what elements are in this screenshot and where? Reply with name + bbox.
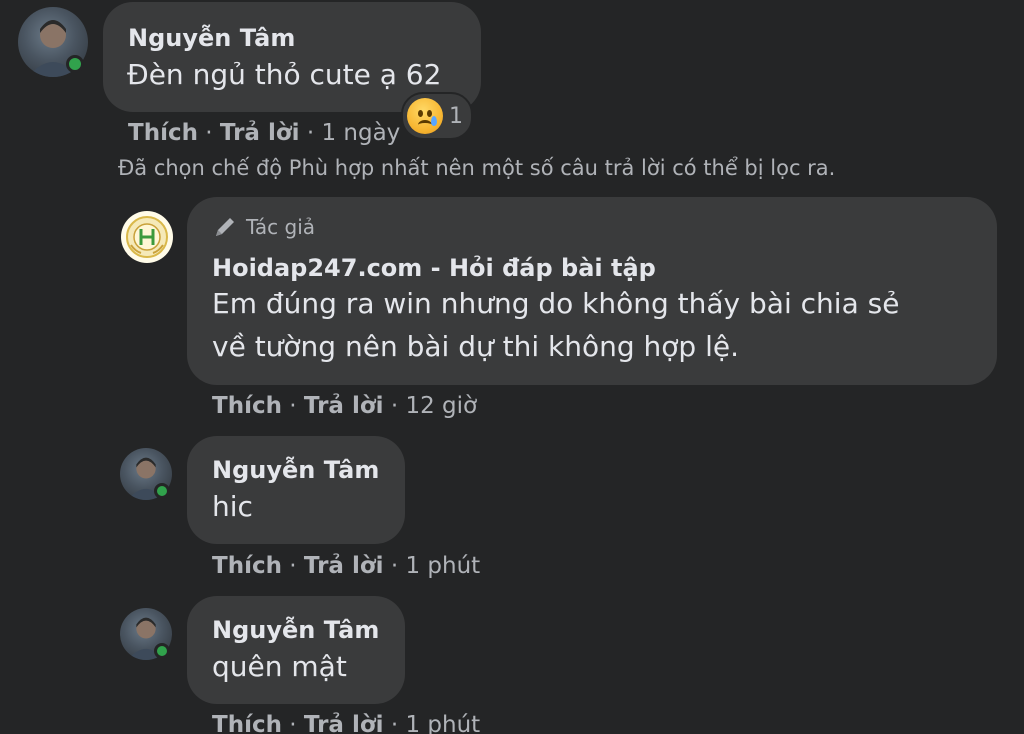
author-badge-label: Tác giả	[246, 215, 316, 239]
reply-button[interactable]: Trả lời	[304, 553, 384, 579]
like-button[interactable]: Thích	[212, 553, 282, 579]
reply-actions: Thích · Trả lời · 1 phút	[212, 712, 480, 734]
like-button[interactable]: Thích	[212, 712, 282, 734]
reply-text-line-2: về tường nên bài dự thi không hợp lệ.	[212, 330, 739, 363]
reply-time[interactable]: 1 phút	[405, 553, 480, 579]
comment-thread: Nguyễn Tâm Đèn ngủ thỏ cute ạ 62 1 Thích…	[0, 0, 1024, 734]
comment-text: Đèn ngủ thỏ cute ạ 62	[127, 58, 442, 91]
online-status-dot	[154, 643, 170, 659]
reply-actions: Thích · Trả lời · 12 giờ	[212, 393, 478, 419]
sad-crying-emoji-icon	[407, 98, 443, 134]
reply-time[interactable]: 1 phút	[405, 712, 480, 734]
page-avatar[interactable]	[121, 211, 173, 263]
reply-author[interactable]: Hoidap247.com - Hỏi đáp bài tập	[212, 254, 656, 282]
like-button[interactable]: Thích	[212, 393, 282, 419]
avatar[interactable]	[120, 608, 172, 660]
reply-button[interactable]: Trả lời	[220, 120, 300, 146]
reply-text: quên mật	[212, 650, 347, 683]
reply-button[interactable]: Trả lời	[304, 393, 384, 419]
comment-time[interactable]: 1 ngày	[321, 120, 400, 146]
online-status-dot	[66, 55, 84, 73]
hoidap247-logo-icon	[126, 216, 168, 258]
reply-time[interactable]: 12 giờ	[405, 393, 477, 419]
pencil-icon	[216, 218, 234, 236]
online-status-dot	[154, 483, 170, 499]
reply-author[interactable]: Nguyễn Tâm	[212, 616, 379, 644]
author-badge: Tác giả	[212, 214, 315, 240]
reply-bubble: Nguyễn Tâm hic	[187, 436, 405, 544]
like-button[interactable]: Thích	[128, 120, 198, 146]
reply-text: hic	[212, 490, 253, 523]
reply-author[interactable]: Nguyễn Tâm	[212, 456, 379, 484]
reaction-count: 1	[449, 103, 463, 129]
comment-author[interactable]: Nguyễn Tâm	[128, 24, 295, 52]
avatar[interactable]	[120, 448, 172, 500]
filter-note: Đã chọn chế độ Phù hợp nhất nên một số c…	[118, 156, 836, 180]
reply-actions: Thích · Trả lời · 1 phút	[212, 553, 481, 579]
reply-bubble: Nguyễn Tâm quên mật	[187, 596, 405, 704]
reply-button[interactable]: Trả lời	[304, 712, 384, 734]
reply-text-line-1: Em đúng ra win nhưng do không thấy bài c…	[212, 287, 900, 320]
comment-actions: Thích · Trả lời · 1 ngày	[128, 120, 401, 146]
reaction-summary[interactable]: 1	[401, 92, 473, 140]
avatar[interactable]	[18, 7, 88, 77]
